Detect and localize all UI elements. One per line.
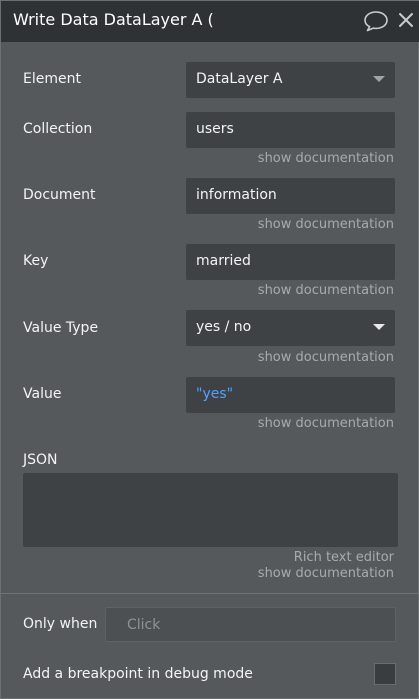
- collection-show-documentation-link[interactable]: show documentation: [258, 151, 394, 166]
- value-type-show-documentation-link[interactable]: show documentation: [258, 350, 394, 365]
- chevron-down-icon: [373, 324, 385, 330]
- panel-title: Write Data DataLayer A (: [13, 10, 214, 29]
- chevron-down-icon: [373, 76, 385, 82]
- document-label: Document: [23, 187, 96, 203]
- collection-value: users: [196, 121, 234, 137]
- breakpoint-checkbox[interactable]: [374, 663, 396, 685]
- value-type-dropdown[interactable]: yes / no: [186, 310, 395, 346]
- key-value: married: [196, 253, 251, 269]
- key-input[interactable]: married: [186, 244, 395, 280]
- element-label: Element: [23, 71, 81, 87]
- panel-header: Write Data DataLayer A (: [1, 1, 419, 42]
- value-input[interactable]: "yes": [186, 377, 395, 413]
- json-show-documentation-link[interactable]: show documentation: [258, 566, 394, 581]
- rich-text-editor-link[interactable]: Rich text editor: [294, 550, 394, 565]
- only-when-label: Only when: [23, 616, 98, 632]
- element-value: DataLayer A: [196, 71, 283, 87]
- value-dynamic-expression[interactable]: "yes": [196, 386, 233, 402]
- element-dropdown[interactable]: DataLayer A: [186, 62, 395, 98]
- key-show-documentation-link[interactable]: show documentation: [258, 283, 394, 298]
- section-divider: [1, 593, 419, 594]
- collection-input[interactable]: users: [186, 112, 395, 148]
- value-show-documentation-link[interactable]: show documentation: [258, 416, 394, 431]
- breakpoint-label: Add a breakpoint in debug mode: [23, 666, 253, 682]
- document-value: information: [196, 187, 277, 203]
- property-editor-panel: Write Data DataLayer A ( Element DataLay…: [0, 0, 419, 699]
- document-show-documentation-link[interactable]: show documentation: [258, 217, 394, 232]
- value-type-label: Value Type: [23, 320, 99, 336]
- only-when-placeholder: Click: [127, 617, 161, 633]
- json-textarea[interactable]: [23, 473, 398, 547]
- value-type-value: yes / no: [196, 319, 252, 335]
- collection-label: Collection: [23, 121, 93, 137]
- document-input[interactable]: information: [186, 178, 395, 214]
- key-label: Key: [23, 253, 49, 269]
- speech-bubble-icon[interactable]: [362, 9, 390, 33]
- close-icon[interactable]: [397, 9, 415, 31]
- only-when-condition-button[interactable]: Click: [105, 607, 396, 642]
- json-label: JSON: [23, 452, 58, 468]
- value-label: Value: [23, 386, 62, 402]
